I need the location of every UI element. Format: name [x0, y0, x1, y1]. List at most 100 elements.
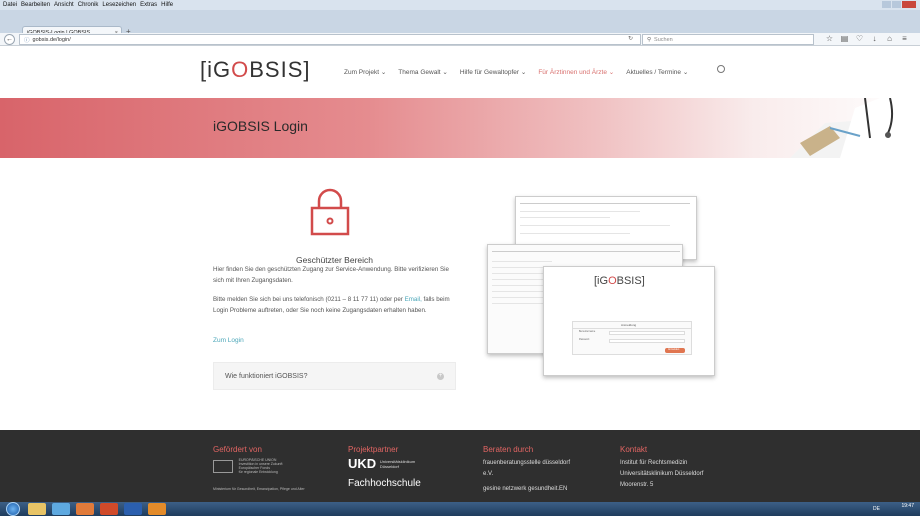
footer-advised: Beraten durch frauenberatungsstelle düss… [483, 444, 570, 495]
mini-user-label: Benutzername [579, 330, 596, 333]
search-placeholder: Suchen [654, 36, 673, 43]
contact-line-2: Universitätsklinikum Düsseldorf [620, 471, 704, 477]
nav-thema-gewalt[interactable]: Thema Gewalt ⌄ [398, 68, 448, 76]
mini-button-label: Anmelden [668, 348, 680, 351]
ukd-logo[interactable]: UKD Universitätsklinikum Düsseldorf [348, 456, 421, 471]
menu-icon[interactable]: ≡ [897, 34, 912, 43]
footer-advised-heading: Beraten durch [483, 445, 534, 454]
close-window-button[interactable] [902, 1, 916, 8]
bookmark-star-icon[interactable]: ☆ [822, 34, 837, 43]
advised-line-3[interactable]: gesine netzwerk gesundheit.EN [483, 484, 570, 495]
mini-logo: [iGOBSIS] [594, 275, 645, 287]
menu-lesezeichen[interactable]: Lesezeichen [102, 2, 136, 8]
maximize-button[interactable] [892, 1, 901, 8]
eu-flag-icon [213, 459, 233, 473]
logo-o: O [231, 57, 250, 82]
page-title: iGOBSIS Login [213, 118, 308, 134]
menu-chronik[interactable]: Chronik [78, 2, 99, 8]
menu-extras[interactable]: Extras [140, 2, 157, 8]
row-line [520, 217, 610, 218]
login-link[interactable]: Zum Login [213, 337, 244, 344]
search-small-icon: ⚲ [647, 36, 652, 43]
lock-icon [310, 188, 350, 236]
navigation-toolbar: ← ⓘ gobsis.de/login/ ↻ ⚲ Suchen ☆ ▤ ♡ ↓ … [0, 33, 920, 46]
footer-partners: Projektpartner UKD Universitätsklinikum … [348, 444, 421, 489]
ukd-subtitle: Universitätsklinikum Düsseldorf [379, 458, 416, 469]
pocket-icon[interactable]: ♡ [852, 34, 867, 43]
logo-left: [iG [200, 57, 232, 82]
search-icon[interactable] [717, 65, 725, 73]
mini-login-header: Anmeldung [621, 323, 637, 327]
word-icon[interactable] [124, 503, 142, 515]
download-icon[interactable]: ↓ [867, 34, 882, 43]
advised-line-1[interactable]: frauenberatungsstelle düsseldorf [483, 458, 570, 469]
browser-search-input[interactable]: ⚲ Suchen [642, 34, 814, 45]
email-link[interactable]: Email, [405, 296, 422, 303]
contact-paragraph: Bitte melden Sie sich bei uns telefonisc… [213, 294, 456, 316]
site-info-icon[interactable]: ⓘ [24, 36, 30, 44]
fh-logo[interactable]: Fachhochschule [348, 478, 421, 489]
mini-divider [573, 328, 691, 329]
minimize-button[interactable] [882, 1, 891, 8]
contact-line-3: Moorenstr. 5 [620, 482, 654, 488]
media-icon[interactable] [100, 503, 118, 515]
row-line [520, 233, 630, 234]
mini-login-box: Anmeldung Benutzername Passwort Anmelden [572, 321, 692, 355]
faq-accordion[interactable]: Wie funktioniert iGOBSIS? + [213, 362, 456, 390]
row-line [520, 225, 670, 226]
faq-label: Wie funktioniert iGOBSIS? [225, 373, 308, 380]
mini-logo-o: O [608, 275, 617, 287]
plus-icon[interactable]: + [437, 373, 444, 380]
nav-zum-projekt[interactable]: Zum Projekt ⌄ [344, 68, 386, 76]
nav-hilfe[interactable]: Hilfe für Gewaltopfer ⌄ [460, 68, 527, 76]
mini-user-field [609, 331, 685, 335]
eu-text: EUROPÄISCHE UNION Investition in unsere … [238, 458, 283, 474]
contact-text-before: Bitte melden Sie sich bei uns telefonisc… [213, 296, 405, 303]
menu-bearbeiten[interactable]: Bearbeiten [21, 2, 50, 8]
footer-partners-heading: Projektpartner [348, 445, 399, 454]
eu-logo: EUROPÄISCHE UNION Investition in unsere … [213, 458, 305, 474]
menu-hilfe[interactable]: Hilfe [161, 2, 173, 8]
nav-aerzte[interactable]: Für Ärztinnen und Ärzte ⌄ [538, 68, 614, 76]
row-line [520, 203, 690, 204]
url-text: gobsis.de/login/ [32, 36, 71, 43]
mini-pass-field [609, 339, 685, 343]
contact-line-1: Institut für Rechtsmedizin [620, 460, 688, 466]
row-line [492, 261, 552, 262]
folder-icon[interactable] [148, 503, 166, 515]
row-line [492, 251, 680, 252]
advised-line-2: e.V. [483, 471, 494, 477]
explorer-icon[interactable] [28, 503, 46, 515]
screenshot-front: [iGOBSIS] Anmeldung Benutzername Passwor… [543, 266, 715, 376]
site-footer: Gefördert von EUROPÄISCHE UNION Investit… [0, 430, 920, 502]
tab-bar: iGOBSIS-Login | GOBSIS × + [0, 10, 920, 38]
windows-taskbar: DE 19:47 [0, 502, 920, 516]
ministry-text: Ministerium für Gesundheit, Emanzipation… [213, 487, 305, 491]
logo-right: BSIS] [249, 57, 311, 82]
start-button[interactable] [6, 502, 20, 516]
url-bar[interactable]: ⓘ gobsis.de/login/ [19, 34, 641, 45]
mini-pass-label: Passwort [579, 338, 590, 341]
site-header: [iGOBSIS] Zum Projekt ⌄ Thema Gewalt ⌄ H… [0, 47, 920, 98]
mini-logo-left: [iG [594, 275, 609, 287]
menu-datei[interactable]: Datei [3, 2, 17, 8]
footer-contact-heading: Kontakt [620, 445, 648, 454]
menu-ansicht[interactable]: Ansicht [54, 2, 74, 8]
firefox-icon[interactable] [76, 503, 94, 515]
back-button[interactable]: ← [4, 34, 15, 45]
main-navigation: Zum Projekt ⌄ Thema Gewalt ⌄ Hilfe für G… [344, 68, 700, 76]
language-indicator[interactable]: DE [873, 506, 880, 512]
footer-funded-heading: Gefördert von [213, 445, 262, 454]
mini-logo-right: BSIS] [616, 275, 645, 287]
home-icon[interactable]: ⌂ [882, 34, 897, 43]
ukd-mark: UKD [348, 456, 377, 471]
site-logo[interactable]: [iGOBSIS] [200, 57, 311, 83]
nav-aktuelles[interactable]: Aktuelles / Termine ⌄ [626, 68, 688, 76]
footer-funded: Gefördert von EUROPÄISCHE UNION Investit… [213, 444, 305, 495]
clock[interactable]: 19:47 [901, 504, 914, 509]
reload-icon[interactable]: ↻ [628, 35, 633, 42]
app-icon[interactable] [52, 503, 70, 515]
app-screenshot: [iGOBSIS] Anmeldung Benutzername Passwor… [487, 196, 721, 386]
bookmarks-icon[interactable]: ▤ [837, 34, 852, 43]
browser-tools: ☆ ▤ ♡ ↓ ⌂ ≡ [822, 34, 912, 43]
